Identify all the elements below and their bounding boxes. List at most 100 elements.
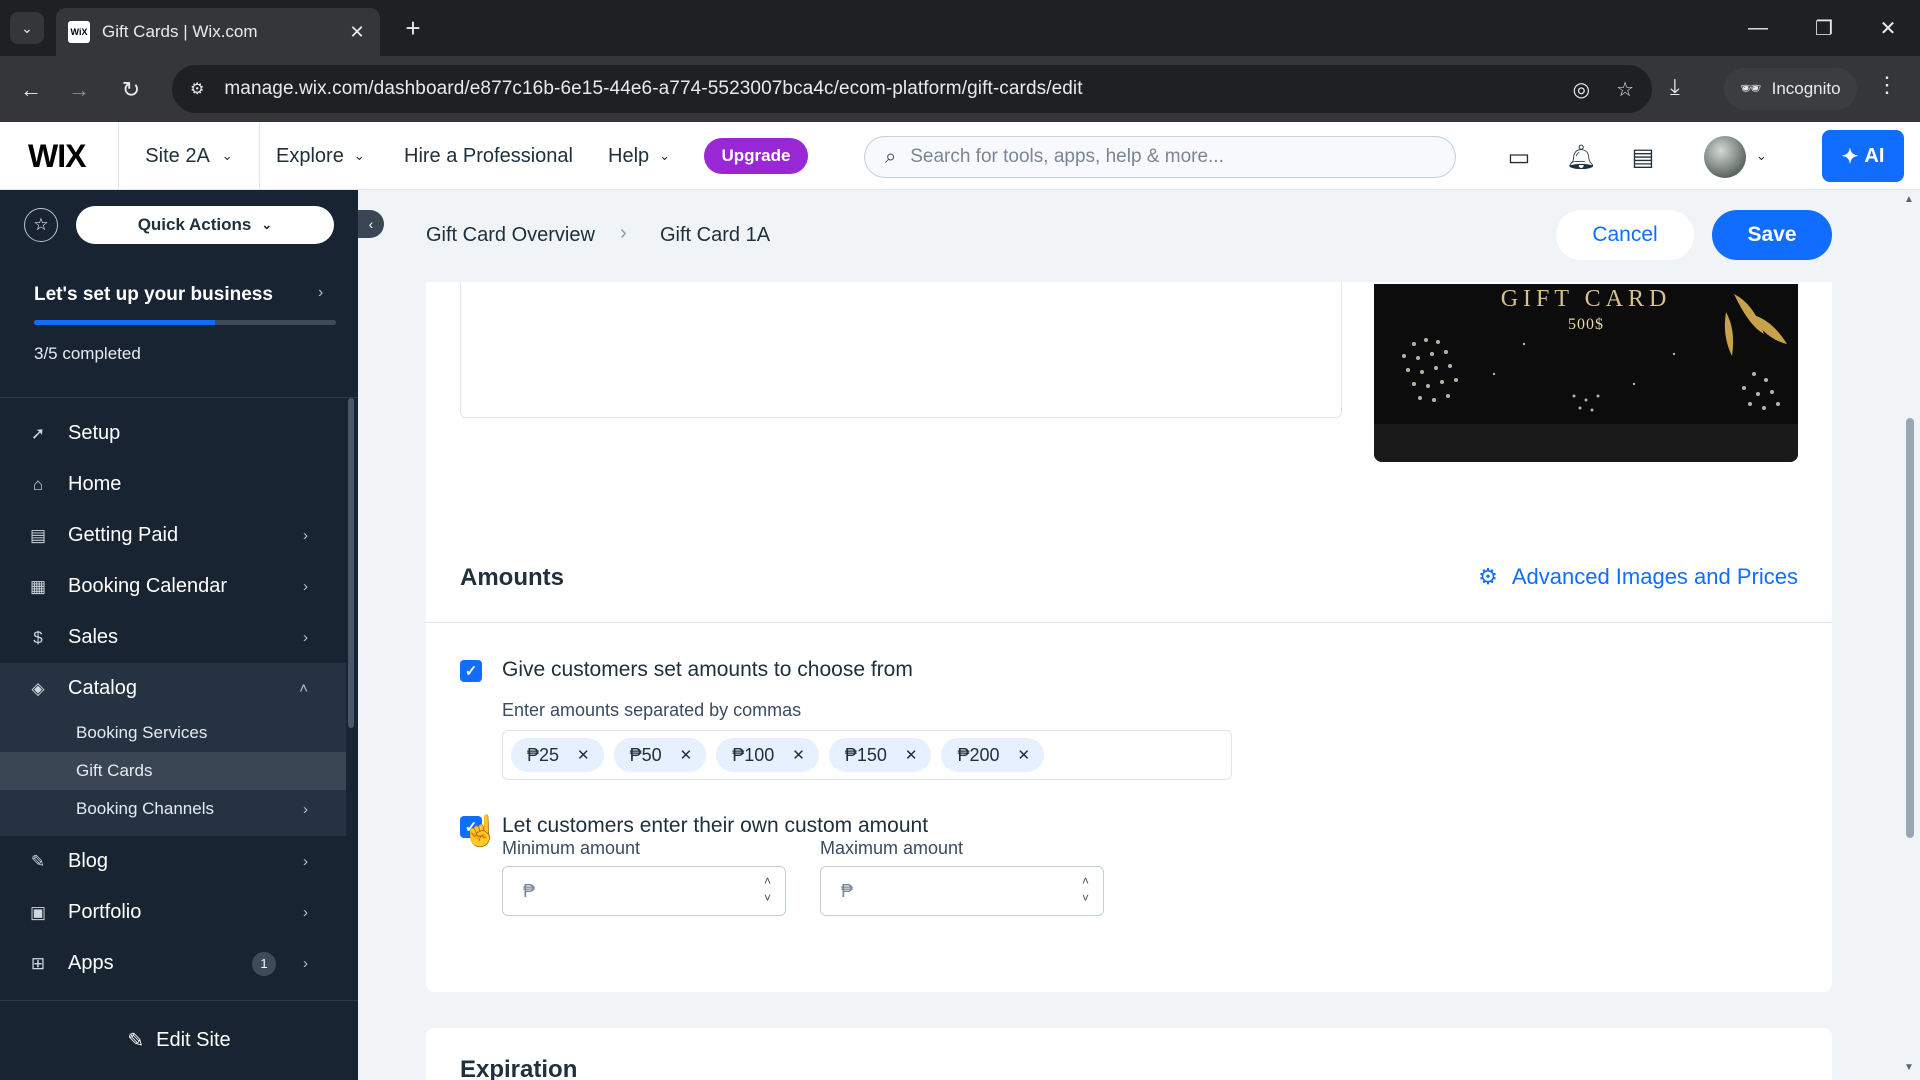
scroll-up-icon[interactable]: ▲ bbox=[1904, 194, 1914, 205]
setup-count: 3/5 completed bbox=[34, 344, 141, 363]
help-menu[interactable]: Help ⌄ bbox=[608, 122, 670, 190]
sidebar-subitem-booking-services[interactable]: Booking Services bbox=[0, 714, 346, 752]
url-text[interactable]: manage.wix.com/dashboard/e877c16b-6e15-4… bbox=[224, 78, 1546, 100]
gift-card-title: GIFT CARD bbox=[1500, 286, 1672, 312]
sidebar-item-label: Home bbox=[68, 473, 122, 495]
chevron-right-icon: › bbox=[303, 853, 308, 870]
apps-icon: ⊞ bbox=[30, 953, 46, 973]
breadcrumb-parent[interactable]: Gift Card Overview bbox=[426, 224, 595, 247]
currency-symbol: ₱ bbox=[841, 880, 854, 901]
bell-icon[interactable]: 🔔︎ bbox=[1564, 142, 1598, 172]
chevron-down-icon: ⌄ bbox=[659, 148, 671, 163]
min-amount-input[interactable]: ₱ ˄ ˅ bbox=[502, 866, 786, 916]
set-amounts-checkbox[interactable]: ✓ bbox=[460, 660, 482, 682]
amounts-title: Amounts bbox=[460, 564, 564, 591]
max-amount-input[interactable]: ₱ ˄ ˅ bbox=[820, 866, 1104, 916]
remove-tag-icon[interactable]: ✕ bbox=[1018, 746, 1031, 764]
cancel-button[interactable]: Cancel bbox=[1556, 210, 1694, 260]
browser-tab-bar: ⌄ WiX Gift Cards | Wix.com ✕ + — ❐ ✕ bbox=[0, 0, 1920, 56]
page-scrollbar-thumb[interactable] bbox=[1906, 418, 1914, 838]
download-icon[interactable]: ⤓ bbox=[1670, 74, 1680, 100]
remove-tag-icon[interactable]: ✕ bbox=[577, 746, 590, 764]
remove-tag-icon[interactable]: ✕ bbox=[905, 746, 918, 764]
star-icon[interactable]: ☆ bbox=[24, 208, 58, 242]
number-stepper[interactable]: ˄ ˅ bbox=[764, 873, 771, 907]
save-button[interactable]: Save bbox=[1712, 210, 1832, 260]
home-icon: ⌂ bbox=[32, 474, 44, 494]
chevron-down-icon[interactable]: ⌄ bbox=[1756, 148, 1767, 164]
tab-close-icon[interactable]: ✕ bbox=[346, 22, 368, 43]
browser-menu-icon[interactable]: ⋮ bbox=[1876, 72, 1898, 98]
sidebar-item-sales[interactable]: $ Sales › bbox=[0, 612, 346, 663]
edit-site-label: Edit Site bbox=[156, 1029, 231, 1051]
site-info-icon[interactable]: ⚙ bbox=[190, 79, 204, 99]
gift-card-image[interactable]: GIFT CARD 500$ bbox=[1374, 284, 1798, 462]
forward-arrow-icon[interactable]: → bbox=[62, 73, 96, 107]
edit-site-button[interactable]: ✎ Edit Site bbox=[0, 1000, 358, 1080]
news-icon[interactable]: ▤ bbox=[1626, 142, 1660, 172]
number-stepper[interactable]: ˄ ˅ bbox=[1082, 873, 1089, 907]
wix-logo[interactable]: WIX bbox=[28, 138, 86, 175]
setup-progress-bar bbox=[34, 320, 336, 325]
sidebar-scrollbar[interactable] bbox=[348, 398, 354, 728]
eye-off-icon[interactable]: ◎ bbox=[1573, 77, 1590, 102]
chevron-right-icon: › bbox=[303, 527, 308, 544]
hire-professional-link[interactable]: Hire a Professional bbox=[404, 122, 573, 190]
divider bbox=[426, 622, 1832, 623]
sidebar-item-catalog[interactable]: ◈ Catalog ˄ bbox=[0, 663, 346, 714]
back-arrow-icon[interactable]: ← bbox=[14, 73, 48, 107]
setup-progress-card[interactable]: Let's set up your business › 3/5 complet… bbox=[0, 270, 358, 398]
browser-tab[interactable]: WiX Gift Cards | Wix.com ✕ bbox=[56, 8, 380, 56]
incognito-badge[interactable]: 🕶 Incognito bbox=[1724, 68, 1857, 110]
amount-tag: ₱150 ✕ bbox=[828, 738, 932, 772]
reload-icon[interactable]: ↻ bbox=[114, 73, 148, 107]
address-bar[interactable]: ⚙ manage.wix.com/dashboard/e877c16b-6e15… bbox=[172, 65, 1652, 113]
sidebar-subitem-booking-channels[interactable]: Booking Channels › bbox=[0, 790, 346, 828]
amounts-tags-input[interactable]: ₱25 ✕ ₱50 ✕ ₱100 ✕ ₱150 ✕ ₱200 ✕ bbox=[502, 730, 1232, 780]
chevron-right-icon: › bbox=[303, 629, 308, 646]
restore-icon[interactable]: ❐ bbox=[1804, 10, 1844, 46]
quick-actions-button[interactable]: Quick Actions ⌄ bbox=[76, 206, 334, 244]
sidebar-item-portfolio[interactable]: ▣ Portfolio › bbox=[0, 887, 346, 938]
chevron-down-icon[interactable]: ˅ bbox=[764, 890, 771, 907]
sidebar-item-setup[interactable]: ➚ Setup bbox=[0, 408, 346, 459]
scroll-down-icon[interactable]: ▼ bbox=[1904, 1062, 1914, 1073]
setup-title: Let's set up your business bbox=[34, 284, 273, 305]
bookmark-star-icon[interactable]: ☆ bbox=[1616, 77, 1634, 102]
min-amount-label: Minimum amount bbox=[502, 838, 641, 858]
amount-tag-label: ₱50 bbox=[629, 744, 662, 765]
upgrade-button[interactable]: Upgrade bbox=[704, 138, 808, 174]
window-close-icon[interactable]: ✕ bbox=[1868, 10, 1908, 46]
sidebar-item-home[interactable]: ⌂ Home bbox=[0, 459, 346, 510]
avatar[interactable] bbox=[1704, 136, 1746, 178]
chevron-up-icon[interactable]: ˄ bbox=[1082, 873, 1089, 890]
site-selector[interactable]: Site 2A ⌄ bbox=[118, 122, 260, 190]
search-bar[interactable]: ⌕ bbox=[864, 136, 1456, 178]
rocket-icon: ➚ bbox=[30, 423, 46, 443]
chevron-down-icon[interactable]: ˅ bbox=[1082, 890, 1089, 907]
sidebar-item-label: Apps bbox=[68, 952, 114, 974]
sidebar-subitem-gift-cards[interactable]: Gift Cards bbox=[0, 752, 346, 790]
minimize-icon[interactable]: — bbox=[1738, 10, 1778, 46]
amounts-card: Amounts ⚙ Advanced Images and Prices ✓ G… bbox=[426, 536, 1832, 992]
chat-icon[interactable]: ▭ bbox=[1502, 142, 1536, 172]
chevron-up-icon[interactable]: ˄ bbox=[764, 873, 771, 890]
ai-button[interactable]: ✦ AI bbox=[1822, 130, 1904, 182]
advanced-images-prices-link[interactable]: ⚙ Advanced Images and Prices bbox=[1478, 564, 1798, 590]
explore-menu[interactable]: Explore ⌄ bbox=[276, 122, 365, 190]
search-input[interactable] bbox=[910, 146, 1435, 168]
new-tab-plus-icon[interactable]: + bbox=[398, 12, 428, 44]
remove-tag-icon[interactable]: ✕ bbox=[792, 746, 805, 764]
sidebar-item-apps[interactable]: ⊞ Apps 1 › bbox=[0, 938, 346, 989]
sidebar-subitem-label: Booking Services bbox=[76, 723, 208, 742]
page-scrollbar[interactable]: ▲ ▼ bbox=[1900, 190, 1920, 1080]
sidebar-item-blog[interactable]: ✎ Blog › bbox=[0, 836, 346, 887]
chevron-down-icon: ⌄ bbox=[261, 217, 273, 232]
tab-search-chevron-icon[interactable]: ⌄ bbox=[10, 12, 44, 44]
sidebar-item-booking-calendar[interactable]: ▦ Booking Calendar › bbox=[0, 561, 346, 612]
sidebar-item-label: Catalog bbox=[68, 677, 137, 699]
remove-tag-icon[interactable]: ✕ bbox=[680, 746, 693, 764]
incognito-label: Incognito bbox=[1771, 79, 1841, 98]
sidebar-item-getting-paid[interactable]: ▤ Getting Paid › bbox=[0, 510, 346, 561]
sidebar-subitem-label: Booking Channels bbox=[76, 799, 214, 818]
